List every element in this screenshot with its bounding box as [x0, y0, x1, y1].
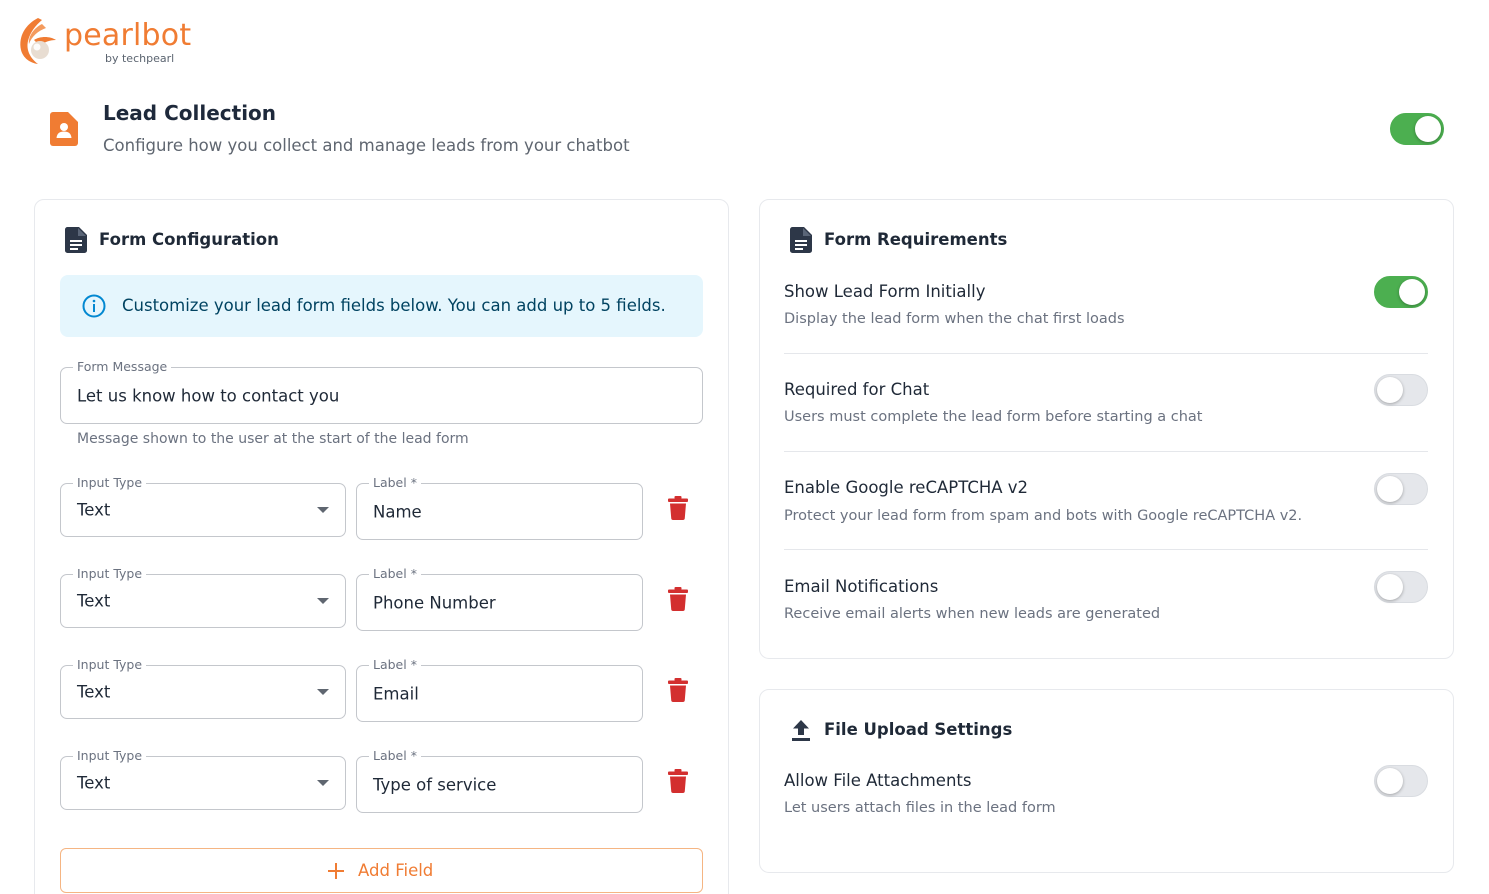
dropdown-caret-icon: [317, 598, 329, 604]
field-label-input[interactable]: Label * Email: [356, 657, 643, 722]
input-type-select[interactable]: Input Type Text: [60, 657, 346, 719]
plus-icon: [328, 863, 344, 879]
email-notifications-toggle[interactable]: [1374, 571, 1428, 603]
page-title: Lead Collection: [103, 101, 277, 125]
requirement-description: Users must complete the lead form before…: [784, 409, 1203, 425]
field-label-label: Label *: [369, 566, 421, 581]
input-type-label: Input Type: [73, 657, 147, 672]
page-subtitle: Configure how you collect and manage lea…: [103, 136, 630, 155]
brand-name: pearlbot: [64, 18, 192, 53]
toggle-knob: [1377, 768, 1403, 794]
field-label-label: Label *: [369, 475, 421, 490]
divider: [784, 353, 1428, 354]
input-type-value: Text: [77, 500, 111, 520]
allow-file-attachments-toggle[interactable]: [1374, 765, 1428, 797]
requirement-title: Email Notifications: [784, 577, 939, 596]
upload-icon: [792, 720, 810, 741]
add-field-label: Add Field: [358, 861, 434, 880]
toggle-knob: [1377, 574, 1403, 600]
document-icon: [790, 227, 812, 253]
field-label-value: Name: [373, 502, 422, 521]
toggle-knob: [1377, 476, 1403, 502]
pearlbot-logo: pearlbot by techpearl: [16, 14, 196, 70]
pearl-logo-icon: [20, 18, 56, 64]
form-requirements-title: Form Requirements: [824, 230, 1008, 249]
input-type-select[interactable]: Input Type Text: [60, 566, 346, 628]
requirement-title: Show Lead Form Initially: [784, 282, 986, 301]
input-type-value: Text: [77, 591, 111, 611]
form-message-value: Let us know how to contact you: [77, 386, 340, 405]
form-message-label: Form Message: [73, 359, 172, 374]
requirement-title: Allow File Attachments: [784, 771, 972, 790]
file-upload-settings-title: File Upload Settings: [824, 720, 1013, 739]
requirement-description: Receive email alerts when new leads are …: [784, 606, 1161, 622]
recaptcha-toggle[interactable]: [1374, 473, 1428, 505]
delete-field-icon[interactable]: [668, 587, 688, 611]
dropdown-caret-icon: [317, 780, 329, 786]
field-label-label: Label *: [369, 657, 421, 672]
divider: [784, 451, 1428, 452]
form-message-input[interactable]: Form Message Let us know how to contact …: [60, 359, 703, 424]
add-field-button[interactable]: Add Field: [60, 848, 703, 893]
toggle-knob: [1399, 279, 1425, 305]
divider: [784, 549, 1428, 550]
input-type-select[interactable]: Input Type Text: [60, 748, 346, 810]
delete-field-icon[interactable]: [668, 769, 688, 793]
dropdown-caret-icon: [317, 689, 329, 695]
field-label-value: Type of service: [373, 775, 497, 794]
field-label-input[interactable]: Label * Type of service: [356, 748, 643, 813]
document-icon: [65, 227, 87, 253]
toggle-knob: [1377, 377, 1403, 403]
contact-document-icon: [50, 112, 78, 146]
requirement-description: Protect your lead form from spam and bot…: [784, 508, 1303, 524]
form-configuration-title: Form Configuration: [99, 230, 279, 249]
required-for-chat-toggle[interactable]: [1374, 374, 1428, 406]
dropdown-caret-icon: [317, 507, 329, 513]
field-label-value: Email: [373, 684, 419, 703]
input-type-label: Input Type: [73, 566, 147, 581]
field-label-label: Label *: [369, 748, 421, 763]
lead-collection-toggle[interactable]: [1390, 113, 1444, 145]
form-message-helper: Message shown to the user at the start o…: [77, 431, 469, 447]
info-icon: [82, 294, 106, 318]
input-type-value: Text: [77, 682, 111, 702]
field-label-value: Phone Number: [373, 593, 496, 612]
requirement-description: Let users attach files in the lead form: [784, 800, 1056, 816]
requirement-description: Display the lead form when the chat firs…: [784, 311, 1125, 327]
show-lead-form-initially-toggle[interactable]: [1374, 276, 1428, 308]
field-label-input[interactable]: Label * Phone Number: [356, 566, 643, 631]
toggle-knob: [1415, 116, 1441, 142]
delete-field-icon[interactable]: [668, 496, 688, 520]
input-type-label: Input Type: [73, 748, 147, 763]
input-type-label: Input Type: [73, 475, 147, 490]
brand-tagline: by techpearl: [105, 52, 175, 65]
info-alert: Customize your lead form fields below. Y…: [60, 275, 703, 337]
field-label-input[interactable]: Label * Name: [356, 475, 643, 540]
requirement-title: Required for Chat: [784, 380, 930, 399]
input-type-select[interactable]: Input Type Text: [60, 475, 346, 537]
delete-field-icon[interactable]: [668, 678, 688, 702]
info-text: Customize your lead form fields below. Y…: [122, 296, 666, 315]
input-type-value: Text: [77, 773, 111, 793]
requirement-title: Enable Google reCAPTCHA v2: [784, 478, 1029, 497]
